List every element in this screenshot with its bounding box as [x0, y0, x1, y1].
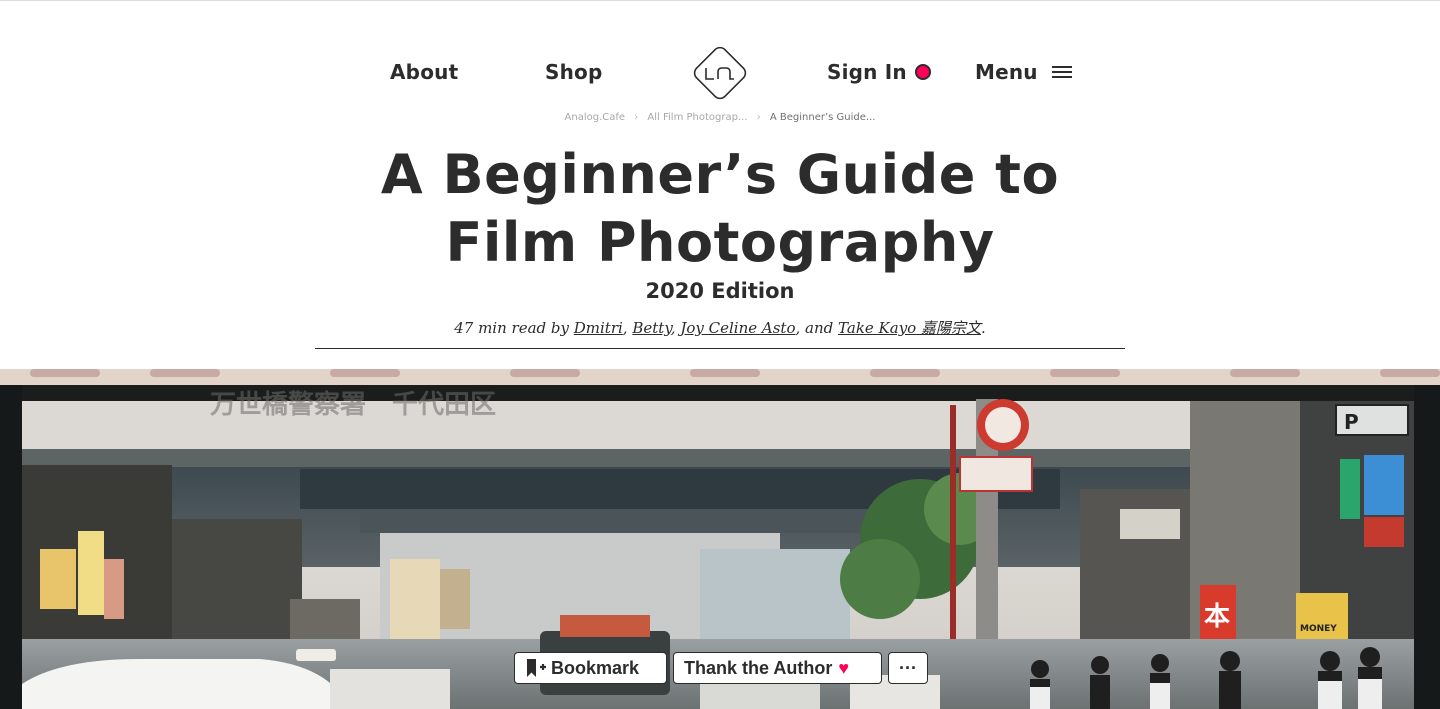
bridge-sign-text: 万世橋警察署 千代田区 [210, 389, 496, 420]
breadcrumb-home-link[interactable]: Analog.Cafe [565, 112, 626, 123]
byline-period: . [980, 319, 986, 337]
hamburger-icon [1051, 66, 1072, 78]
article-byline: 47 min read by Dmitri, Betty, Joy Celine… [0, 317, 1440, 338]
title-line-2: Film Photography [445, 211, 995, 274]
read-time: 47 min read by [454, 319, 569, 337]
divider [315, 348, 1125, 349]
sign-in-status-dot-icon [914, 64, 931, 80]
hon-sign-text: 本 [1204, 602, 1230, 632]
parking-sign-text: P [1344, 410, 1359, 434]
menu-label: Menu [975, 60, 1038, 84]
bookmark-add-icon [527, 659, 546, 677]
breadcrumb: Analog.Cafe › All Film Photograp... › A … [0, 112, 1440, 123]
byline-separator: , [622, 319, 628, 337]
nav-menu-button[interactable]: Menu [975, 60, 1072, 84]
author-link-betty[interactable]: Betty [632, 319, 670, 337]
article-actions: Bookmark Thank the Author ♥ ··· [514, 652, 928, 684]
heart-icon: ♥ [838, 657, 850, 678]
page-subtitle: 2020 Edition [645, 279, 795, 303]
breadcrumb-current: A Beginner’s Guide... [769, 112, 876, 123]
title-line-1: A Beginner’s Guide to [380, 143, 1060, 206]
byline-separator: , [670, 319, 676, 337]
byline-separator: , and [795, 319, 834, 337]
chevron-right-icon: › [634, 112, 639, 123]
thank-author-button[interactable]: Thank the Author ♥ [673, 652, 882, 684]
bookmark-button[interactable]: Bookmark [514, 652, 667, 684]
page-title: A Beginner’s Guide to Film Photography [0, 141, 1440, 277]
author-link-joy[interactable]: Joy Celine Asto [680, 319, 795, 337]
nav-shop-link[interactable]: Shop [545, 60, 603, 84]
money-sign-text: MONEY [1300, 624, 1337, 634]
nav-sign-in-link[interactable]: Sign In [827, 60, 931, 84]
breadcrumb-category-link[interactable]: All Film Photograp... [647, 112, 747, 123]
thank-author-label: Thank the Author [684, 657, 833, 678]
author-link-dmitri[interactable]: Dmitri [574, 319, 623, 337]
chevron-right-icon: › [756, 112, 761, 123]
bookmark-label: Bookmark [551, 657, 640, 678]
top-nav: About Shop Sign In Menu [0, 1, 1440, 111]
nav-about-link[interactable]: About [390, 60, 458, 84]
author-link-take[interactable]: Take Kayo 嘉陽宗文 [838, 319, 981, 337]
more-dots-icon: ··· [899, 657, 917, 678]
more-options-button[interactable]: ··· [888, 652, 928, 684]
logo-icon [693, 46, 747, 100]
sign-in-label: Sign In [827, 60, 907, 84]
site-logo[interactable] [688, 41, 752, 105]
